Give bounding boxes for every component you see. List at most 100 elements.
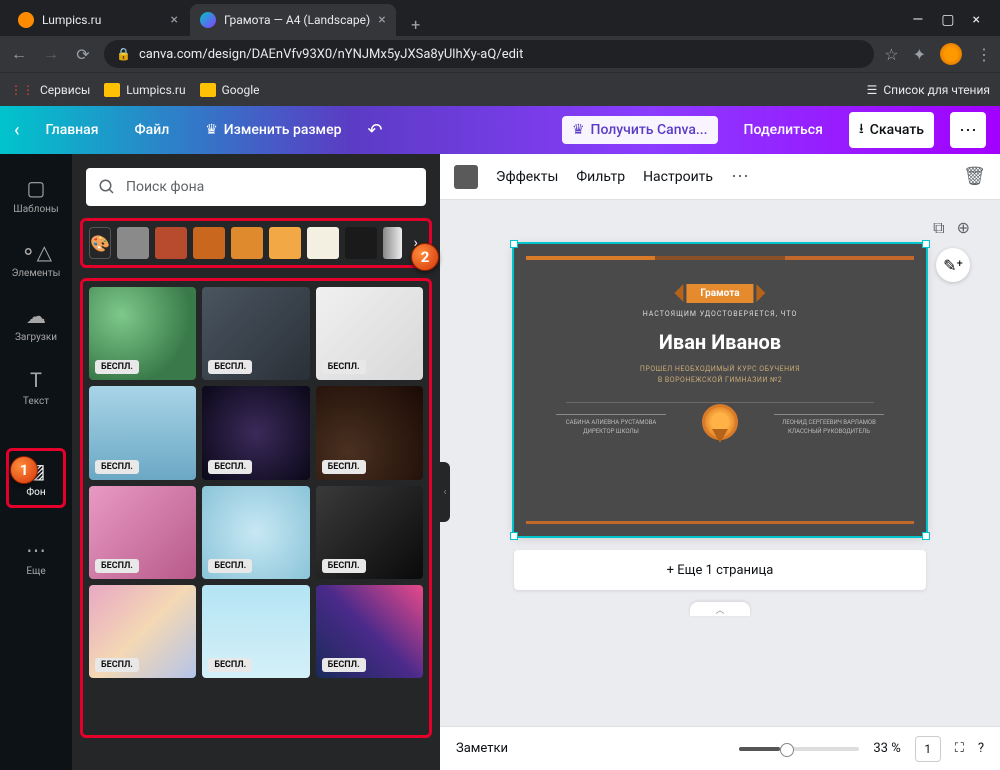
color-swatch[interactable] [193,227,225,259]
search-icon [98,178,116,196]
file-button[interactable]: Файл [125,116,180,144]
background-color-button[interactable] [454,165,478,189]
url-input[interactable]: 🔒 canva.com/design/DAEnVfv93X0/nYNJMx5yJ… [104,40,874,68]
extension-icon[interactable]: ✦ [913,45,926,64]
zoom-value[interactable]: 33 % [873,741,900,756]
background-tile[interactable]: БЕСПЛ. [316,585,423,678]
add-page-button[interactable]: + Еще 1 страница [514,550,926,590]
rail-more[interactable]: ⋯Еще [0,526,72,588]
bookmark-services[interactable]: ⋮⋮Сервисы [10,83,90,97]
reload-icon[interactable]: ⟳ [72,45,94,64]
background-tile[interactable]: БЕСПЛ. [89,386,196,479]
certificate-design: Грамота НАСТОЯЩИМ УДОСТОВЕРЯЕТСЯ, ЧТО Ив… [526,256,914,524]
callout-1: 1 [10,456,38,484]
side-rail: ▢Шаблоны ⚬△Элементы ☁Загрузки TТекст 1 ▨… [0,154,72,770]
browser-tab-canva[interactable]: Грамота — A4 (Landscape) × [190,4,396,36]
color-swatch[interactable] [345,227,377,259]
color-row-highlight: 🎨 › 2 [80,218,432,268]
background-tile[interactable]: БЕСПЛ. [89,486,196,579]
rail-uploads[interactable]: ☁Загрузки [0,292,72,354]
search-placeholder: Поиск фона [126,179,204,195]
comment-button[interactable]: ✎⁺ [936,248,970,282]
adjust-button[interactable]: Настроить [643,169,713,185]
list-icon: ☰ [867,83,878,97]
context-toolbar: Эффекты Фильтр Настроить ⋯ 🗑 [440,154,1000,200]
effects-button[interactable]: Эффекты [496,169,558,185]
add-page-icon[interactable]: ⊕ [957,218,970,238]
bookmark-lumpics[interactable]: Lumpics.ru [104,83,185,97]
maximize-icon[interactable]: ▢ [941,12,954,28]
help-icon[interactable]: ? [978,741,984,756]
canvas-area: Эффекты Фильтр Настроить ⋯ 🗑 ⧉ ⊕ Грамота… [440,154,1000,770]
reading-list-button[interactable]: ☰ Список для чтения [867,83,990,97]
color-swatch[interactable] [307,227,339,259]
color-swatch[interactable] [231,227,263,259]
background-tile[interactable]: БЕСПЛ. [316,486,423,579]
back-icon[interactable]: ‹ [14,120,20,141]
app-header: ‹ Главная Файл ♛Изменить размер ↶ ♛Получ… [0,106,1000,154]
templates-icon: ▢ [27,176,46,200]
side-panel: Поиск фона 🎨 › 2 БЕСПЛ.БЕСПЛ.БЕСПЛ.БЕСПЛ… [72,154,440,770]
menu-icon[interactable]: ⋮ [976,45,992,64]
color-picker-button[interactable]: 🎨 [89,227,111,259]
filter-button[interactable]: Фильтр [576,169,625,185]
background-grid-highlight: БЕСПЛ.БЕСПЛ.БЕСПЛ.БЕСПЛ.БЕСПЛ.БЕСПЛ.БЕСП… [80,278,432,738]
forward-icon: → [40,44,62,64]
free-badge: БЕСПЛ. [208,658,252,672]
background-tile[interactable]: БЕСПЛ. [316,386,423,479]
rail-text[interactable]: TТекст [0,356,72,418]
background-tile[interactable]: БЕСПЛ. [89,287,196,380]
rail-elements[interactable]: ⚬△Элементы [0,228,72,290]
text-icon: T [30,368,42,392]
duplicate-page-icon[interactable]: ⧉ [933,218,944,238]
fullscreen-icon[interactable]: ⛶ [955,741,964,756]
free-badge: БЕСПЛ. [95,360,139,374]
stage[interactable]: ⧉ ⊕ Грамота НАСТОЯЩИМ УДОСТОВЕРЯЕТСЯ, ЧТ… [440,200,1000,726]
rail-templates[interactable]: ▢Шаблоны [0,164,72,226]
browser-tab-lumpics[interactable]: Lumpics.ru × [8,4,188,36]
cloud-icon: ☁ [26,304,46,328]
home-button[interactable]: Главная [36,116,109,144]
callout-2: 2 [411,243,439,271]
more-icon[interactable]: ⋯ [731,166,749,187]
star-icon[interactable]: ☆ [884,45,898,64]
page-count-button[interactable]: 1 [915,736,941,762]
window-controls: — ▢ × [912,12,992,36]
upgrade-button[interactable]: ♛Получить Canva... [562,116,718,144]
background-tile[interactable]: БЕСПЛ. [89,585,196,678]
color-swatch[interactable] [117,227,149,259]
zoom-slider[interactable] [739,747,859,751]
back-icon[interactable]: ← [8,44,30,64]
background-tile[interactable]: БЕСПЛ. [202,287,309,380]
color-gradient-swatch[interactable] [383,227,402,259]
background-tile[interactable]: БЕСПЛ. [316,287,423,380]
more-button[interactable]: ⋯ [950,112,986,148]
close-window-icon[interactable]: × [973,12,980,28]
bookmark-google[interactable]: Google [200,83,260,97]
new-tab-button[interactable]: + [404,12,428,36]
share-button[interactable]: Поделиться [734,116,833,144]
trash-icon[interactable]: 🗑 [963,166,986,187]
design-page[interactable]: Грамота НАСТОЯЩИМ УДОСТОВЕРЯЕТСЯ, ЧТО Ив… [514,244,926,536]
background-tile[interactable]: БЕСПЛ. [202,386,309,479]
download-button[interactable]: ⭳Скачать [849,112,934,148]
crown-icon: ♛ [572,122,585,138]
profile-avatar[interactable] [940,43,962,65]
color-swatch[interactable] [155,227,187,259]
color-swatch[interactable] [269,227,301,259]
background-tile[interactable]: БЕСПЛ. [202,585,309,678]
expand-pages-handle[interactable]: ︿ [690,602,750,616]
background-tile[interactable]: БЕСПЛ. [202,486,309,579]
minimize-icon[interactable]: — [912,12,923,28]
close-icon[interactable]: × [378,12,385,28]
close-icon[interactable]: × [171,12,178,28]
browser-tab-bar: Lumpics.ru × Грамота — A4 (Landscape) × … [0,0,1000,36]
search-input[interactable]: Поиск фона [86,168,426,206]
free-badge: БЕСПЛ. [95,460,139,474]
resize-button[interactable]: ♛Изменить размер [195,116,351,144]
cert-subtitle: НАСТОЯЩИМ УДОСТОВЕРЯЕТСЯ, ЧТО [526,310,914,318]
address-bar: ← → ⟳ 🔒 canva.com/design/DAEnVfv93X0/nYN… [0,36,1000,72]
undo-icon[interactable]: ↶ [367,120,382,141]
url-text: canva.com/design/DAEnVfv93X0/nYNJMx5yJXS… [139,47,523,62]
notes-button[interactable]: Заметки [456,741,508,756]
